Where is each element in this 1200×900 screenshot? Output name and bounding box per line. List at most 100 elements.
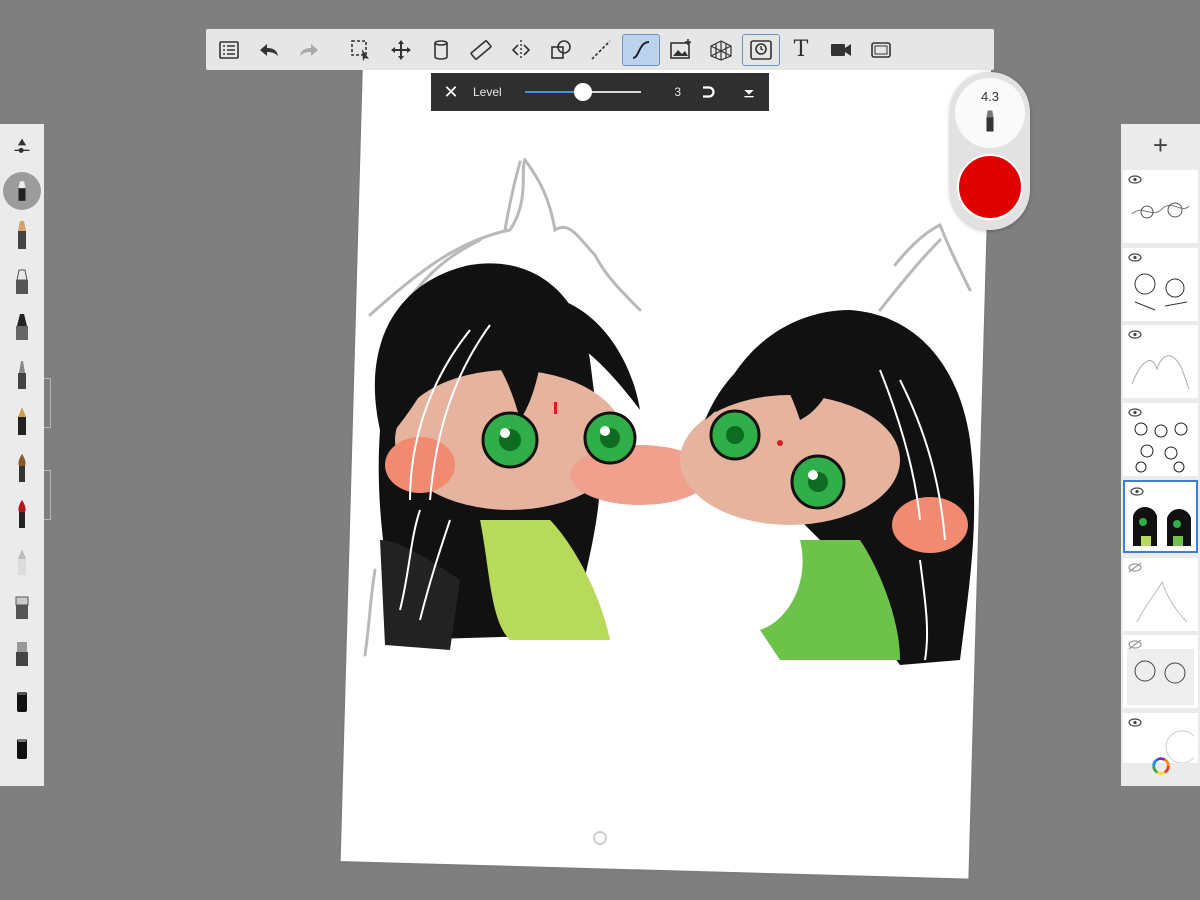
transform-button[interactable] (382, 34, 420, 66)
layer-thumbnail (1131, 355, 1190, 390)
layer-thumbnail (1131, 202, 1190, 219)
layer-thumbnail (1133, 507, 1191, 546)
image-button[interactable] (662, 34, 700, 66)
stroke-button[interactable] (582, 34, 620, 66)
layer-item[interactable] (1123, 635, 1198, 708)
eye-icon[interactable] (1130, 487, 1144, 496)
soft-eraser-icon (17, 738, 27, 759)
color-wheel-button[interactable] (1121, 746, 1200, 786)
perspective-button[interactable] (702, 34, 740, 66)
layer-item[interactable] (1123, 402, 1198, 476)
brush-settings-button[interactable] (6, 130, 38, 164)
canvas-rotate-icon (593, 831, 607, 845)
layer-item[interactable] (1123, 480, 1198, 553)
fountain-pen-icon (18, 407, 26, 435)
left-character (374, 263, 710, 650)
collapse-button[interactable] (729, 84, 769, 100)
brush-color-swatch[interactable] (957, 154, 1023, 220)
layer-thumbnail (1136, 580, 1188, 622)
eye-icon[interactable] (1128, 717, 1142, 727)
ruler-button[interactable] (462, 34, 500, 66)
level-label: Level (473, 85, 502, 99)
image-icon (670, 38, 691, 59)
symmetry-button[interactable] (502, 34, 540, 66)
paintbrush-icon (18, 453, 26, 482)
redo-button[interactable] (290, 34, 328, 66)
layer-thumbnail (1127, 649, 1194, 705)
transform-icon (391, 39, 411, 60)
layer-item[interactable] (1123, 325, 1198, 398)
ballpoint-brush-button[interactable] (6, 358, 38, 392)
time-lapse-button[interactable] (742, 33, 780, 66)
ink-brush-icon (18, 500, 26, 528)
chevron-down-icon (744, 90, 754, 98)
brush-puck[interactable]: 4.3 (950, 72, 1030, 230)
current-brush[interactable] (3, 172, 41, 210)
eraser-icon (17, 692, 27, 712)
time-lapse-icon (750, 39, 772, 60)
copic-icon (434, 39, 448, 60)
ruler-icon (470, 39, 492, 60)
pencil-icon (18, 221, 26, 249)
layer-item[interactable] (1123, 247, 1198, 321)
undo-button[interactable] (250, 34, 288, 66)
eye-icon[interactable] (1128, 407, 1142, 417)
shapes-button[interactable] (542, 34, 580, 66)
add-layer-button[interactable]: + (1121, 124, 1200, 166)
close-icon[interactable]: ✕ (431, 82, 471, 103)
level-slider[interactable] (525, 82, 641, 102)
brush-tab-lower[interactable] (44, 470, 51, 520)
magnet-icon (703, 86, 715, 98)
list-button[interactable] (210, 34, 248, 66)
brush-tip-icon (986, 110, 994, 132)
copic-button[interactable] (422, 34, 460, 66)
selection-button[interactable] (342, 34, 380, 66)
layer-thumbnail (1134, 422, 1188, 472)
eye-hidden-icon[interactable] (1128, 640, 1142, 649)
pen-brush-button[interactable] (6, 311, 38, 345)
eye-icon[interactable] (1128, 252, 1142, 262)
current-brush-icon (18, 181, 26, 201)
ink-brush-brush-button[interactable] (6, 497, 38, 531)
magnet-button[interactable] (689, 83, 729, 101)
predictive-stroke-icon (632, 40, 650, 59)
airbrush-icon (18, 548, 26, 575)
soft-eraser-brush-button[interactable] (6, 730, 38, 764)
stroke-icon (591, 39, 611, 60)
right-character (680, 310, 975, 665)
fullscreen-button[interactable] (862, 34, 900, 66)
fountain-pen-brush-button[interactable] (6, 404, 38, 438)
layer-item[interactable] (1123, 170, 1198, 243)
marker-brush-button[interactable] (6, 265, 38, 299)
predictive-stroke-button[interactable] (622, 33, 660, 66)
video-button[interactable] (822, 34, 860, 66)
video-icon (831, 43, 851, 56)
fullscreen-icon (871, 41, 891, 58)
symmetry-icon (511, 39, 531, 60)
smudge-brush-button[interactable] (6, 590, 38, 624)
pencil-brush-button[interactable] (6, 218, 38, 252)
list-icon (219, 40, 239, 59)
paintbrush-brush-button[interactable] (6, 451, 38, 485)
text-button[interactable]: T (782, 34, 820, 66)
smudge-icon (15, 596, 29, 619)
brush-size-control[interactable]: 4.3 (955, 78, 1025, 148)
top-toolbar: T (206, 29, 994, 70)
eye-hidden-icon[interactable] (1128, 562, 1142, 572)
level-slider-thumb[interactable] (574, 83, 592, 101)
color-wheel-icon (1151, 757, 1170, 775)
redo-icon (300, 43, 318, 56)
airbrush-brush-button[interactable] (6, 544, 38, 578)
selection-icon (351, 39, 369, 61)
layer-thumbnail (1134, 273, 1188, 310)
layer-panel: + (1121, 124, 1200, 786)
blender-icon (16, 641, 28, 666)
eraser-brush-button[interactable] (6, 683, 38, 717)
brush-tab-upper[interactable] (44, 378, 51, 428)
eye-icon[interactable] (1128, 175, 1142, 184)
text-icon: T (793, 37, 809, 62)
blender-brush-button[interactable] (6, 637, 38, 671)
eye-icon[interactable] (1128, 330, 1142, 339)
layer-item[interactable] (1123, 557, 1198, 631)
marker-icon (16, 269, 28, 294)
